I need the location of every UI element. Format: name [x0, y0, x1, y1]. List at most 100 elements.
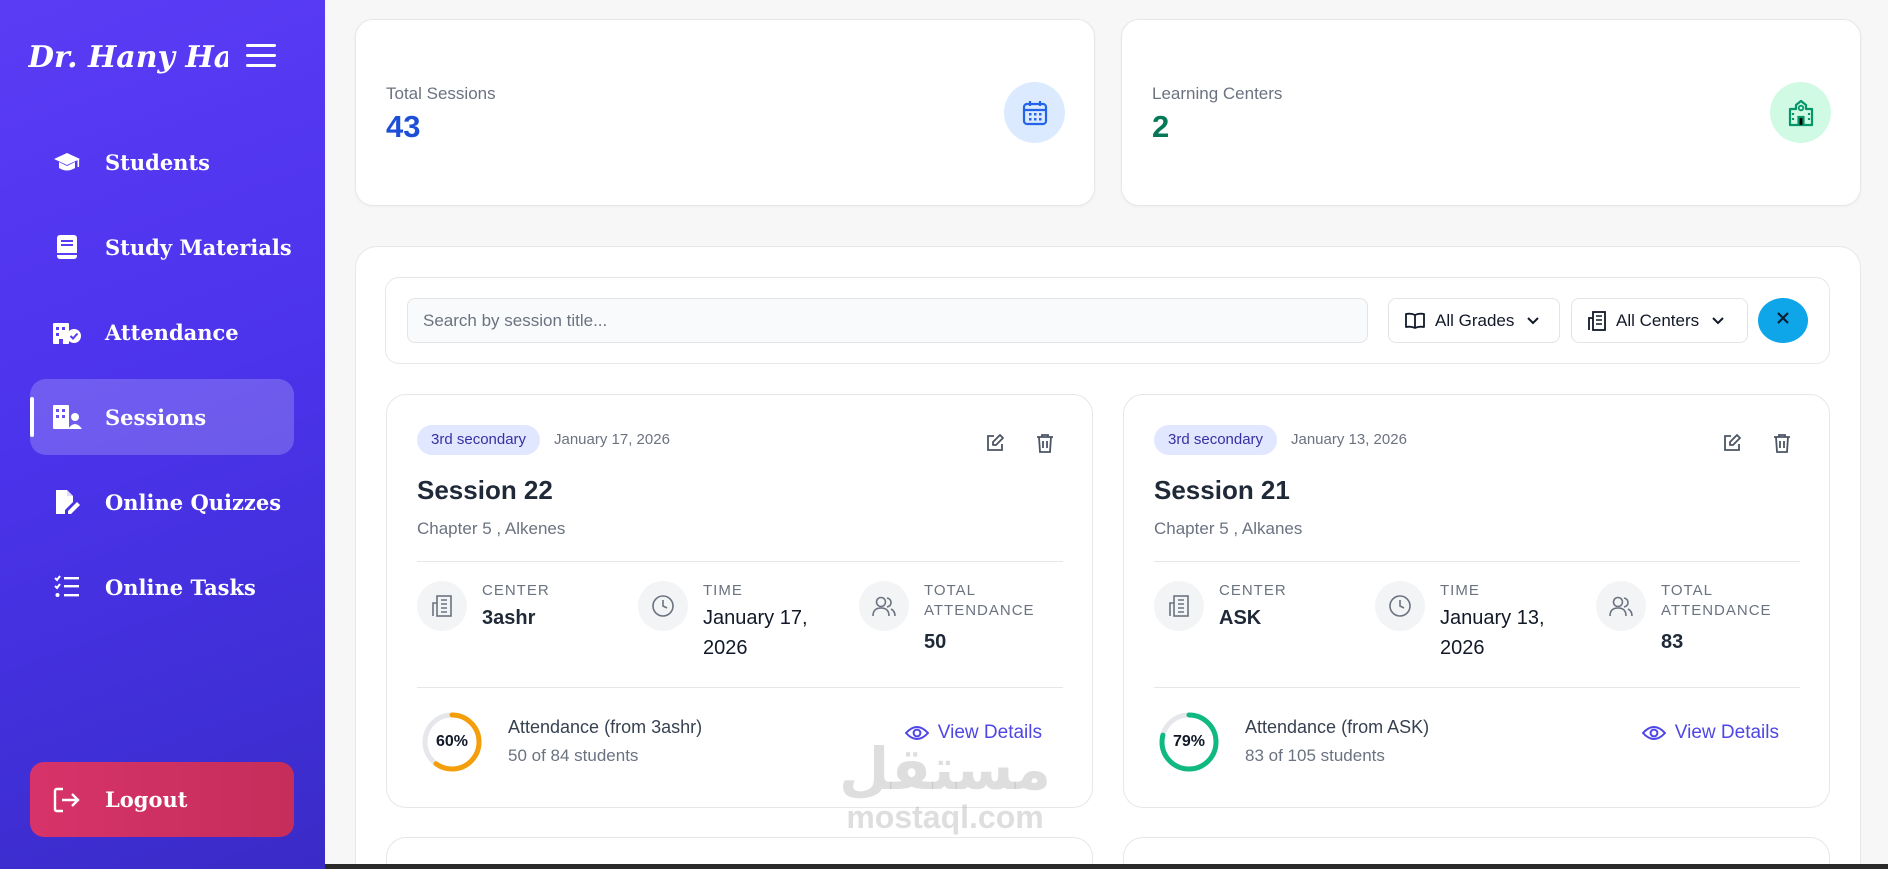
- meta-value: 3ashr: [482, 607, 536, 629]
- clock-icon: [1375, 581, 1425, 631]
- sidebar-item-attendance[interactable]: Attendance: [30, 294, 294, 370]
- eye-icon: [904, 725, 929, 741]
- meta-value: 83: [1661, 631, 1684, 653]
- view-details-label: View Details: [1674, 722, 1779, 743]
- session-date: January 13, 2026: [1291, 431, 1407, 448]
- trash-icon: [1773, 433, 1791, 458]
- chevron-down-icon: [1711, 316, 1725, 326]
- meta-label: TIME: [1440, 582, 1480, 599]
- meta-value: 50: [924, 631, 947, 653]
- stat-value: 43: [386, 109, 421, 144]
- logout-icon: [52, 785, 82, 815]
- view-details-link[interactable]: View Details: [904, 722, 1042, 744]
- sidebar-item-students[interactable]: Students: [30, 124, 294, 200]
- calendar-icon: [1004, 82, 1065, 143]
- chevron-down-icon: [1526, 316, 1540, 326]
- eye-icon: [1641, 725, 1666, 741]
- sidebar-item-sessions[interactable]: Sessions: [30, 379, 294, 455]
- stat-label: Total Sessions: [386, 84, 496, 103]
- search-input[interactable]: [407, 298, 1368, 343]
- brand-logo: Dr. Hany Hassan: [28, 40, 228, 75]
- meta-center: CENTER ASK: [1154, 581, 1287, 633]
- book-open-icon: [1405, 312, 1425, 330]
- sidebar-item-online-quizzes[interactable]: Online Quizzes: [30, 464, 294, 540]
- attendance-subtitle: 83 of 105 students: [1245, 746, 1385, 765]
- session-date: January 17, 2026: [554, 431, 670, 448]
- building-icon: [1154, 581, 1204, 631]
- attendance-percent: 79%: [1172, 733, 1206, 750]
- close-icon: [1776, 311, 1790, 330]
- edit-button[interactable]: [983, 433, 1007, 457]
- meta-value: January 13, 2026: [1440, 607, 1545, 659]
- attendance-ring: 60%: [421, 711, 483, 773]
- menu-icon[interactable]: [246, 44, 276, 68]
- meta-center: CENTER 3ashr: [417, 581, 550, 633]
- sidebar-item-label: Online Quizzes: [105, 489, 282, 515]
- view-details-link[interactable]: View Details: [1641, 722, 1779, 744]
- centers-select[interactable]: All Centers: [1571, 298, 1748, 343]
- session-card: 3rd secondary January 17, 2026 Session 2…: [386, 394, 1093, 808]
- users-icon: [1596, 581, 1646, 631]
- delete-button[interactable]: [1033, 433, 1057, 457]
- meta-label: TIME: [703, 582, 743, 599]
- meta-value: January 17, 2026: [703, 607, 808, 659]
- edit-button[interactable]: [1720, 433, 1744, 457]
- trash-icon: [1036, 433, 1054, 458]
- list-check-icon: [52, 572, 82, 602]
- attendance-ring: 79%: [1158, 711, 1220, 773]
- window-bottom-edge: [325, 864, 1888, 869]
- grade-badge: 3rd secondary: [417, 425, 541, 455]
- sidebar-item-label: Attendance: [105, 319, 239, 345]
- session-subtitle: Chapter 5 , Alkanes: [1154, 519, 1303, 538]
- divider: [1154, 561, 1800, 562]
- divider: [417, 687, 1063, 688]
- sidebar-item-label: Study Materials: [105, 234, 292, 260]
- session-card: 3rd secondary January 13, 2026 Session 2…: [1123, 394, 1830, 808]
- meta-label: TOTAL ATTENDANCE: [1661, 582, 1772, 619]
- sidebar-item-label: Sessions: [105, 404, 207, 430]
- attendance-percent: 60%: [435, 733, 469, 750]
- attendance-title: Attendance (from ASK): [1245, 717, 1430, 737]
- session-title: Session 21: [1154, 475, 1290, 505]
- clock-icon: [638, 581, 688, 631]
- stat-label: Learning Centers: [1152, 84, 1283, 103]
- centers-select-label: All Centers: [1616, 310, 1700, 330]
- grades-select[interactable]: All Grades: [1388, 298, 1560, 343]
- sidebar-item-label: Students: [105, 149, 210, 175]
- sidebar: Dr. Hany Hassan Students Study Materials…: [0, 0, 325, 869]
- grade-badge: 3rd secondary: [1154, 425, 1278, 455]
- delete-button[interactable]: [1770, 433, 1794, 457]
- divider: [1154, 687, 1800, 688]
- sidebar-item-online-tasks[interactable]: Online Tasks: [30, 549, 294, 625]
- session-subtitle: Chapter 5 , Alkenes: [417, 519, 566, 538]
- school-icon: [1770, 82, 1831, 143]
- building-check-icon: [52, 317, 82, 347]
- building-icon: [417, 581, 467, 631]
- file-pen-icon: [52, 487, 82, 517]
- meta-label: CENTER: [1219, 582, 1287, 599]
- divider: [417, 561, 1063, 562]
- clear-filters-button[interactable]: [1758, 298, 1808, 343]
- building-icon: [1588, 310, 1606, 331]
- stat-value: 2: [1152, 109, 1170, 144]
- meta-label: TOTAL ATTENDANCE: [924, 582, 1035, 619]
- meta-label: CENTER: [482, 582, 550, 599]
- users-icon: [859, 581, 909, 631]
- grades-select-label: All Grades: [1435, 310, 1515, 330]
- meta-total: TOTAL ATTENDANCE 50: [859, 581, 1054, 657]
- meta-value: ASK: [1219, 607, 1262, 629]
- logout-button[interactable]: Logout: [30, 762, 294, 837]
- attendance-title: Attendance (from 3ashr): [508, 717, 703, 737]
- graduation-cap-icon: [52, 147, 82, 177]
- stat-card-learning-centers: Learning Centers 2: [1121, 19, 1861, 206]
- sidebar-item-label: Online Tasks: [105, 574, 256, 600]
- meta-time: TIME January 13, 2026: [1375, 581, 1560, 663]
- view-details-label: View Details: [937, 722, 1042, 743]
- edit-icon: [1722, 433, 1742, 458]
- sidebar-item-study-materials[interactable]: Study Materials: [30, 209, 294, 285]
- session-title: Session 22: [417, 475, 553, 505]
- logout-label: Logout: [105, 787, 188, 812]
- edit-icon: [985, 433, 1005, 458]
- meta-time: TIME January 17, 2026: [638, 581, 823, 663]
- building-user-icon: [52, 402, 82, 432]
